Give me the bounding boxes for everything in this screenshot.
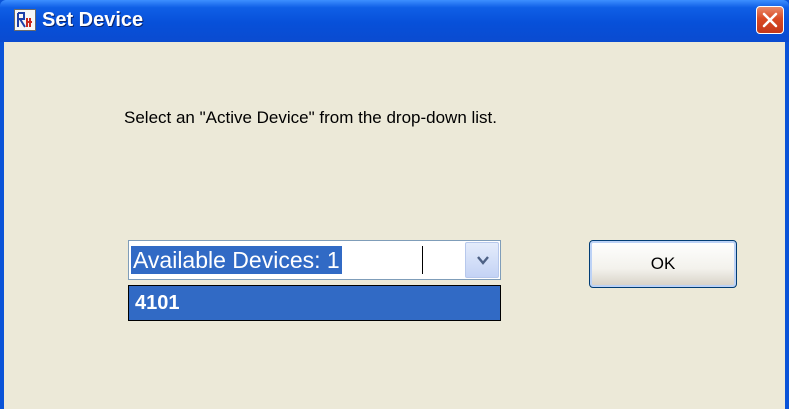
chevron-down-icon — [477, 256, 489, 265]
instruction-text: Select an "Active Device" from the drop-… — [124, 108, 498, 127]
close-button[interactable] — [756, 6, 784, 34]
title-bar[interactable]: Set Device — [0, 0, 789, 42]
close-icon — [762, 12, 778, 28]
dropdown-arrow-button[interactable] — [465, 242, 499, 278]
device-combobox[interactable]: Available Devices: 1 — [128, 240, 501, 280]
set-device-window: Set Device Select an "Active Device" fro… — [0, 0, 789, 409]
text-caret — [422, 246, 423, 274]
ok-button[interactable]: OK — [589, 240, 737, 288]
app-icon — [14, 9, 36, 31]
combobox-value[interactable]: Available Devices: 1 — [131, 246, 342, 274]
dialog-body — [4, 42, 785, 409]
device-option-4101[interactable]: 4101 — [129, 286, 500, 320]
window-title: Set Device — [42, 9, 144, 31]
device-dropdown-list: 4101 — [128, 285, 501, 321]
